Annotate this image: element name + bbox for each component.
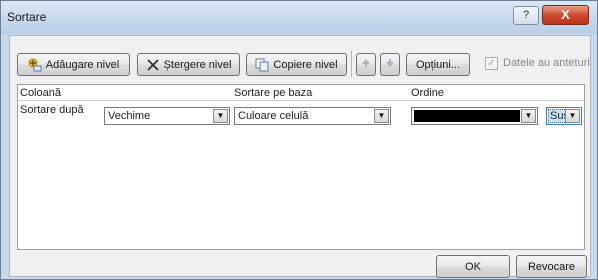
sort-level-row[interactable]: Sortare după Vechime ▼ Culoare celulă ▼ … [18, 101, 584, 129]
arrow-up-icon [359, 58, 373, 72]
close-button[interactable]: X [542, 5, 589, 25]
headers-checkbox-label: Datele au anteturi [503, 57, 590, 69]
add-level-label: Adăugare nivel [45, 58, 120, 71]
column-select-value: Vechime [108, 110, 151, 122]
ok-label: OK [465, 260, 481, 273]
column-header: Coloană [20, 87, 61, 99]
delete-level-button[interactable]: Ștergere nivel [137, 53, 240, 76]
title-bar: Sortare ? X [1, 1, 597, 34]
add-level-button[interactable]: Adăugare nivel [17, 53, 130, 76]
order-color-select[interactable]: ▼ [411, 107, 538, 125]
sort-on-header: Sortare pe baza [234, 87, 313, 99]
order-header: Ordine [411, 87, 445, 99]
options-label: Opțiuni... [415, 58, 461, 71]
cancel-label: Revocare [527, 260, 576, 273]
add-level-icon [28, 58, 42, 72]
options-button[interactable]: Opțiuni... [406, 53, 470, 76]
sort-levels-grid: Coloană Sortare pe baza Ordine Sortare d… [17, 84, 585, 250]
help-button[interactable]: ? [513, 6, 539, 25]
delete-icon [146, 58, 160, 72]
sort-dialog: Sortare ? X Adăugare nivel Ștergere nive… [0, 0, 598, 280]
cancel-button[interactable]: Revocare [516, 255, 587, 278]
headers-checkbox[interactable]: ✓ [485, 57, 498, 70]
row-label: Sortare după [20, 104, 84, 116]
delete-level-label: Ștergere nivel [163, 58, 232, 71]
move-down-button[interactable] [380, 53, 400, 76]
chevron-down-icon[interactable]: ▼ [213, 109, 228, 123]
color-swatch [414, 110, 520, 122]
copy-level-button[interactable]: Copiere nivel [246, 53, 347, 76]
dialog-title: Sortare [7, 10, 47, 24]
copy-level-label: Copiere nivel [273, 58, 338, 71]
toolbar-separator [351, 51, 352, 77]
grid-header: Coloană Sortare pe baza Ordine [18, 85, 584, 101]
arrow-down-icon [383, 58, 397, 72]
sort-on-select-value: Culoare celulă [238, 110, 309, 122]
chevron-down-icon[interactable]: ▼ [565, 109, 580, 123]
move-up-button[interactable] [356, 53, 376, 76]
dialog-body: Adăugare nivel Ștergere nivel Copiere ni… [9, 35, 591, 278]
chevron-down-icon[interactable]: ▼ [521, 109, 536, 123]
copy-icon [255, 58, 269, 72]
column-select[interactable]: Vechime ▼ [104, 107, 230, 125]
order-position-select[interactable]: Sus ▼ [546, 107, 582, 125]
sort-on-select[interactable]: Culoare celulă ▼ [234, 107, 391, 125]
ok-button[interactable]: OK [436, 255, 510, 278]
chevron-down-icon[interactable]: ▼ [374, 109, 389, 123]
